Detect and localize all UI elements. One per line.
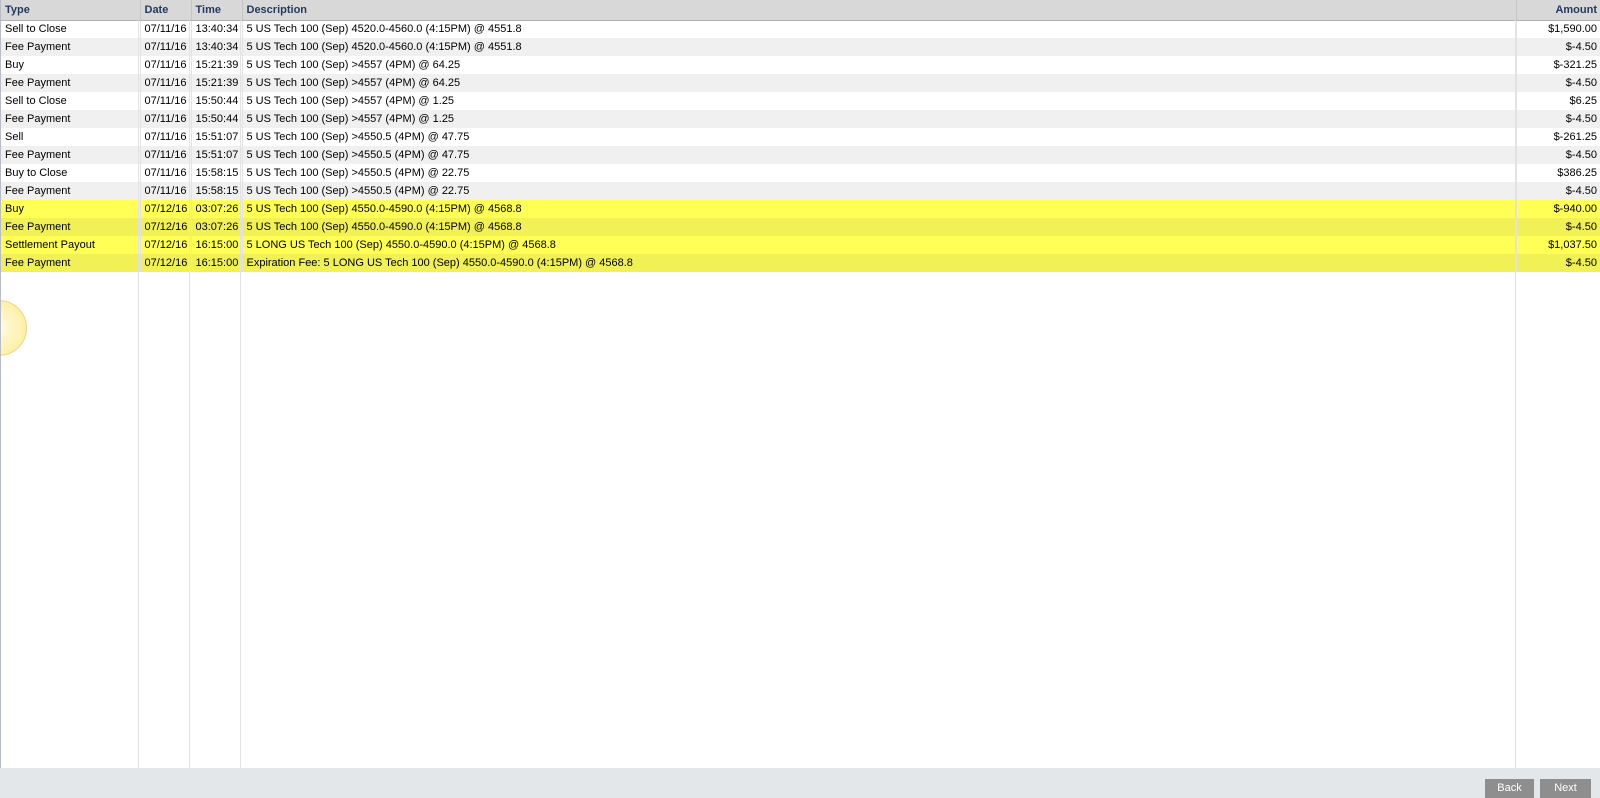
cell-amount: $-321.25: [1516, 56, 1600, 74]
back-button[interactable]: Back: [1485, 779, 1534, 798]
cell-description: 5 US Tech 100 (Sep) >4550.5 (4PM) @ 47.7…: [242, 146, 1517, 164]
cell-description: 5 US Tech 100 (Sep) 4520.0-4560.0 (4:15P…: [242, 20, 1517, 38]
cell-description: 5 LONG US Tech 100 (Sep) 4550.0-4590.0 (…: [242, 236, 1517, 254]
column-header-description[interactable]: Description: [242, 0, 1517, 21]
cell-amount: $-940.00: [1516, 200, 1600, 218]
next-button[interactable]: Next: [1540, 779, 1591, 798]
cell-type: Sell to Close: [1, 20, 141, 38]
cell-time: 15:50:44: [191, 92, 243, 110]
cell-time: 03:07:26: [191, 200, 243, 218]
cell-amount: $-4.50: [1516, 74, 1600, 92]
cell-amount: $-4.50: [1516, 146, 1600, 164]
cell-type: Fee Payment: [1, 110, 141, 128]
cell-time: 13:40:34: [191, 20, 243, 38]
table-header-row: Type Date Time Description Amount: [1, 0, 1600, 21]
cell-date: 07/11/16: [140, 164, 192, 182]
cell-description: 5 US Tech 100 (Sep) >4557 (4PM) @ 1.25: [242, 92, 1517, 110]
column-header-date[interactable]: Date: [140, 0, 192, 21]
cell-description: 5 US Tech 100 (Sep) >4557 (4PM) @ 64.25: [242, 74, 1517, 92]
cell-type: Fee Payment: [1, 74, 141, 92]
cell-date: 07/11/16: [140, 74, 192, 92]
cell-amount: $6.25: [1516, 92, 1600, 110]
cell-date: 07/11/16: [140, 38, 192, 56]
cell-amount: $-261.25: [1516, 128, 1600, 146]
cell-time: 15:21:39: [191, 74, 243, 92]
cell-description: 5 US Tech 100 (Sep) 4550.0-4590.0 (4:15P…: [242, 218, 1517, 236]
cell-date: 07/12/16: [140, 236, 192, 254]
cell-description: 5 US Tech 100 (Sep) 4520.0-4560.0 (4:15P…: [242, 38, 1517, 56]
cell-description: Expiration Fee: 5 LONG US Tech 100 (Sep)…: [242, 254, 1517, 272]
cell-type: Buy: [1, 200, 141, 218]
cell-description: 5 US Tech 100 (Sep) >4550.5 (4PM) @ 22.7…: [242, 164, 1517, 182]
cell-time: 15:58:15: [191, 164, 243, 182]
column-divider-date: [189, 20, 190, 768]
cell-description: 5 US Tech 100 (Sep) 4550.0-4590.0 (4:15P…: [242, 200, 1517, 218]
cell-date: 07/11/16: [140, 182, 192, 200]
cell-type: Fee Payment: [1, 38, 141, 56]
cell-amount: $-4.50: [1516, 218, 1600, 236]
cell-type: Buy to Close: [1, 164, 141, 182]
cell-date: 07/11/16: [140, 92, 192, 110]
column-header-amount[interactable]: Amount: [1516, 0, 1600, 21]
cell-date: 07/11/16: [140, 56, 192, 74]
column-header-type[interactable]: Type: [1, 0, 141, 21]
column-header-time[interactable]: Time: [191, 0, 243, 21]
cell-time: 16:15:00: [191, 236, 243, 254]
cell-type: Sell to Close: [1, 92, 141, 110]
cell-date: 07/11/16: [140, 128, 192, 146]
transaction-history-table: Type Date Time Description Amount Sell t…: [0, 0, 1600, 768]
cell-amount: $1,037.50: [1516, 236, 1600, 254]
cell-date: 07/11/16: [140, 20, 192, 38]
cell-amount: $-4.50: [1516, 38, 1600, 56]
cell-type: Fee Payment: [1, 218, 141, 236]
cell-time: 15:58:15: [191, 182, 243, 200]
column-divider-description: [1515, 20, 1516, 768]
cell-time: 15:50:44: [191, 110, 243, 128]
cell-amount: $1,590.00: [1516, 20, 1600, 38]
cell-time: 15:51:07: [191, 146, 243, 164]
cell-type: Fee Payment: [1, 182, 141, 200]
cell-type: Settlement Payout: [1, 236, 141, 254]
column-divider-time: [240, 20, 241, 768]
cell-type: Sell: [1, 128, 141, 146]
cursor-highlight: [1, 300, 27, 356]
cell-date: 07/11/16: [140, 110, 192, 128]
cell-amount: $-4.50: [1516, 182, 1600, 200]
pagination-bar: Back Next: [0, 768, 1600, 798]
cell-amount: $-4.50: [1516, 254, 1600, 272]
column-divider-type: [138, 20, 139, 768]
cell-date: 07/12/16: [140, 218, 192, 236]
cell-description: 5 US Tech 100 (Sep) >4550.5 (4PM) @ 22.7…: [242, 182, 1517, 200]
cell-description: 5 US Tech 100 (Sep) >4557 (4PM) @ 1.25: [242, 110, 1517, 128]
cell-time: 16:15:00: [191, 254, 243, 272]
cell-amount: $386.25: [1516, 164, 1600, 182]
cell-time: 03:07:26: [191, 218, 243, 236]
cell-time: 15:51:07: [191, 128, 243, 146]
cell-description: 5 US Tech 100 (Sep) >4557 (4PM) @ 64.25: [242, 56, 1517, 74]
cell-type: Buy: [1, 56, 141, 74]
cell-date: 07/12/16: [140, 200, 192, 218]
cell-time: 15:21:39: [191, 56, 243, 74]
cell-date: 07/11/16: [140, 146, 192, 164]
cell-time: 13:40:34: [191, 38, 243, 56]
cell-type: Fee Payment: [1, 146, 141, 164]
cell-type: Fee Payment: [1, 254, 141, 272]
cell-amount: $-4.50: [1516, 110, 1600, 128]
cell-description: 5 US Tech 100 (Sep) >4550.5 (4PM) @ 47.7…: [242, 128, 1517, 146]
cell-date: 07/12/16: [140, 254, 192, 272]
